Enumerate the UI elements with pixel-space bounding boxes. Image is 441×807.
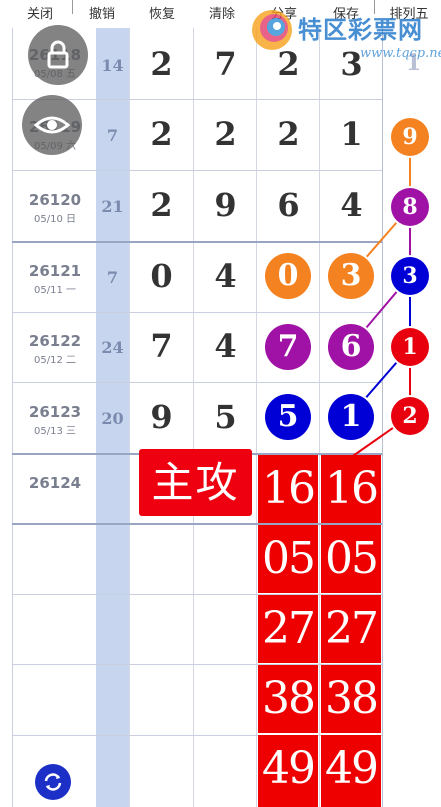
last-digit-ball[interactable]: 1 bbox=[391, 328, 429, 366]
last-digit-ball[interactable]: 9 bbox=[391, 118, 429, 156]
pick-cell[interactable]: 38 bbox=[258, 665, 318, 733]
digit-ball[interactable]: 7 bbox=[265, 324, 311, 370]
pick-cell[interactable]: 27 bbox=[321, 595, 381, 663]
pick-cell[interactable]: 49 bbox=[258, 735, 318, 807]
digit-ball[interactable]: 1 bbox=[328, 394, 374, 440]
refresh-icon bbox=[44, 773, 62, 791]
pick-cell[interactable]: 16 bbox=[258, 455, 318, 523]
pick-cell[interactable]: 05 bbox=[258, 525, 318, 593]
lock-icon bbox=[47, 40, 69, 69]
watermark: 特区彩票网 www.tqcp.net bbox=[250, 6, 441, 66]
digit-ball[interactable]: 0 bbox=[265, 253, 311, 299]
eye-icon bbox=[33, 116, 71, 134]
brand-logo-icon bbox=[252, 10, 292, 50]
pick-cell[interactable]: 38 bbox=[321, 665, 381, 733]
watermark-url: www.tqcp.net bbox=[360, 46, 441, 61]
digit-ball[interactable]: 6 bbox=[328, 324, 374, 370]
digit-ball[interactable]: 3 bbox=[328, 253, 374, 299]
last-digit-ball[interactable]: 2 bbox=[391, 397, 429, 435]
eye-button[interactable] bbox=[22, 95, 82, 155]
pick-cell[interactable]: 27 bbox=[258, 595, 318, 663]
refresh-button[interactable] bbox=[35, 764, 71, 800]
pick-cell[interactable]: 16 bbox=[321, 455, 381, 523]
pick-cell[interactable]: 05 bbox=[321, 525, 381, 593]
main-attack-label: 主攻 bbox=[139, 449, 252, 516]
pick-cell[interactable]: 49 bbox=[321, 735, 381, 807]
last-digit-ball[interactable]: 8 bbox=[391, 188, 429, 226]
last-digit-ball[interactable]: 3 bbox=[391, 257, 429, 295]
watermark-brand: 特区彩票网 bbox=[298, 16, 423, 44]
digit-ball[interactable]: 5 bbox=[265, 394, 311, 440]
lock-button[interactable] bbox=[28, 25, 88, 85]
